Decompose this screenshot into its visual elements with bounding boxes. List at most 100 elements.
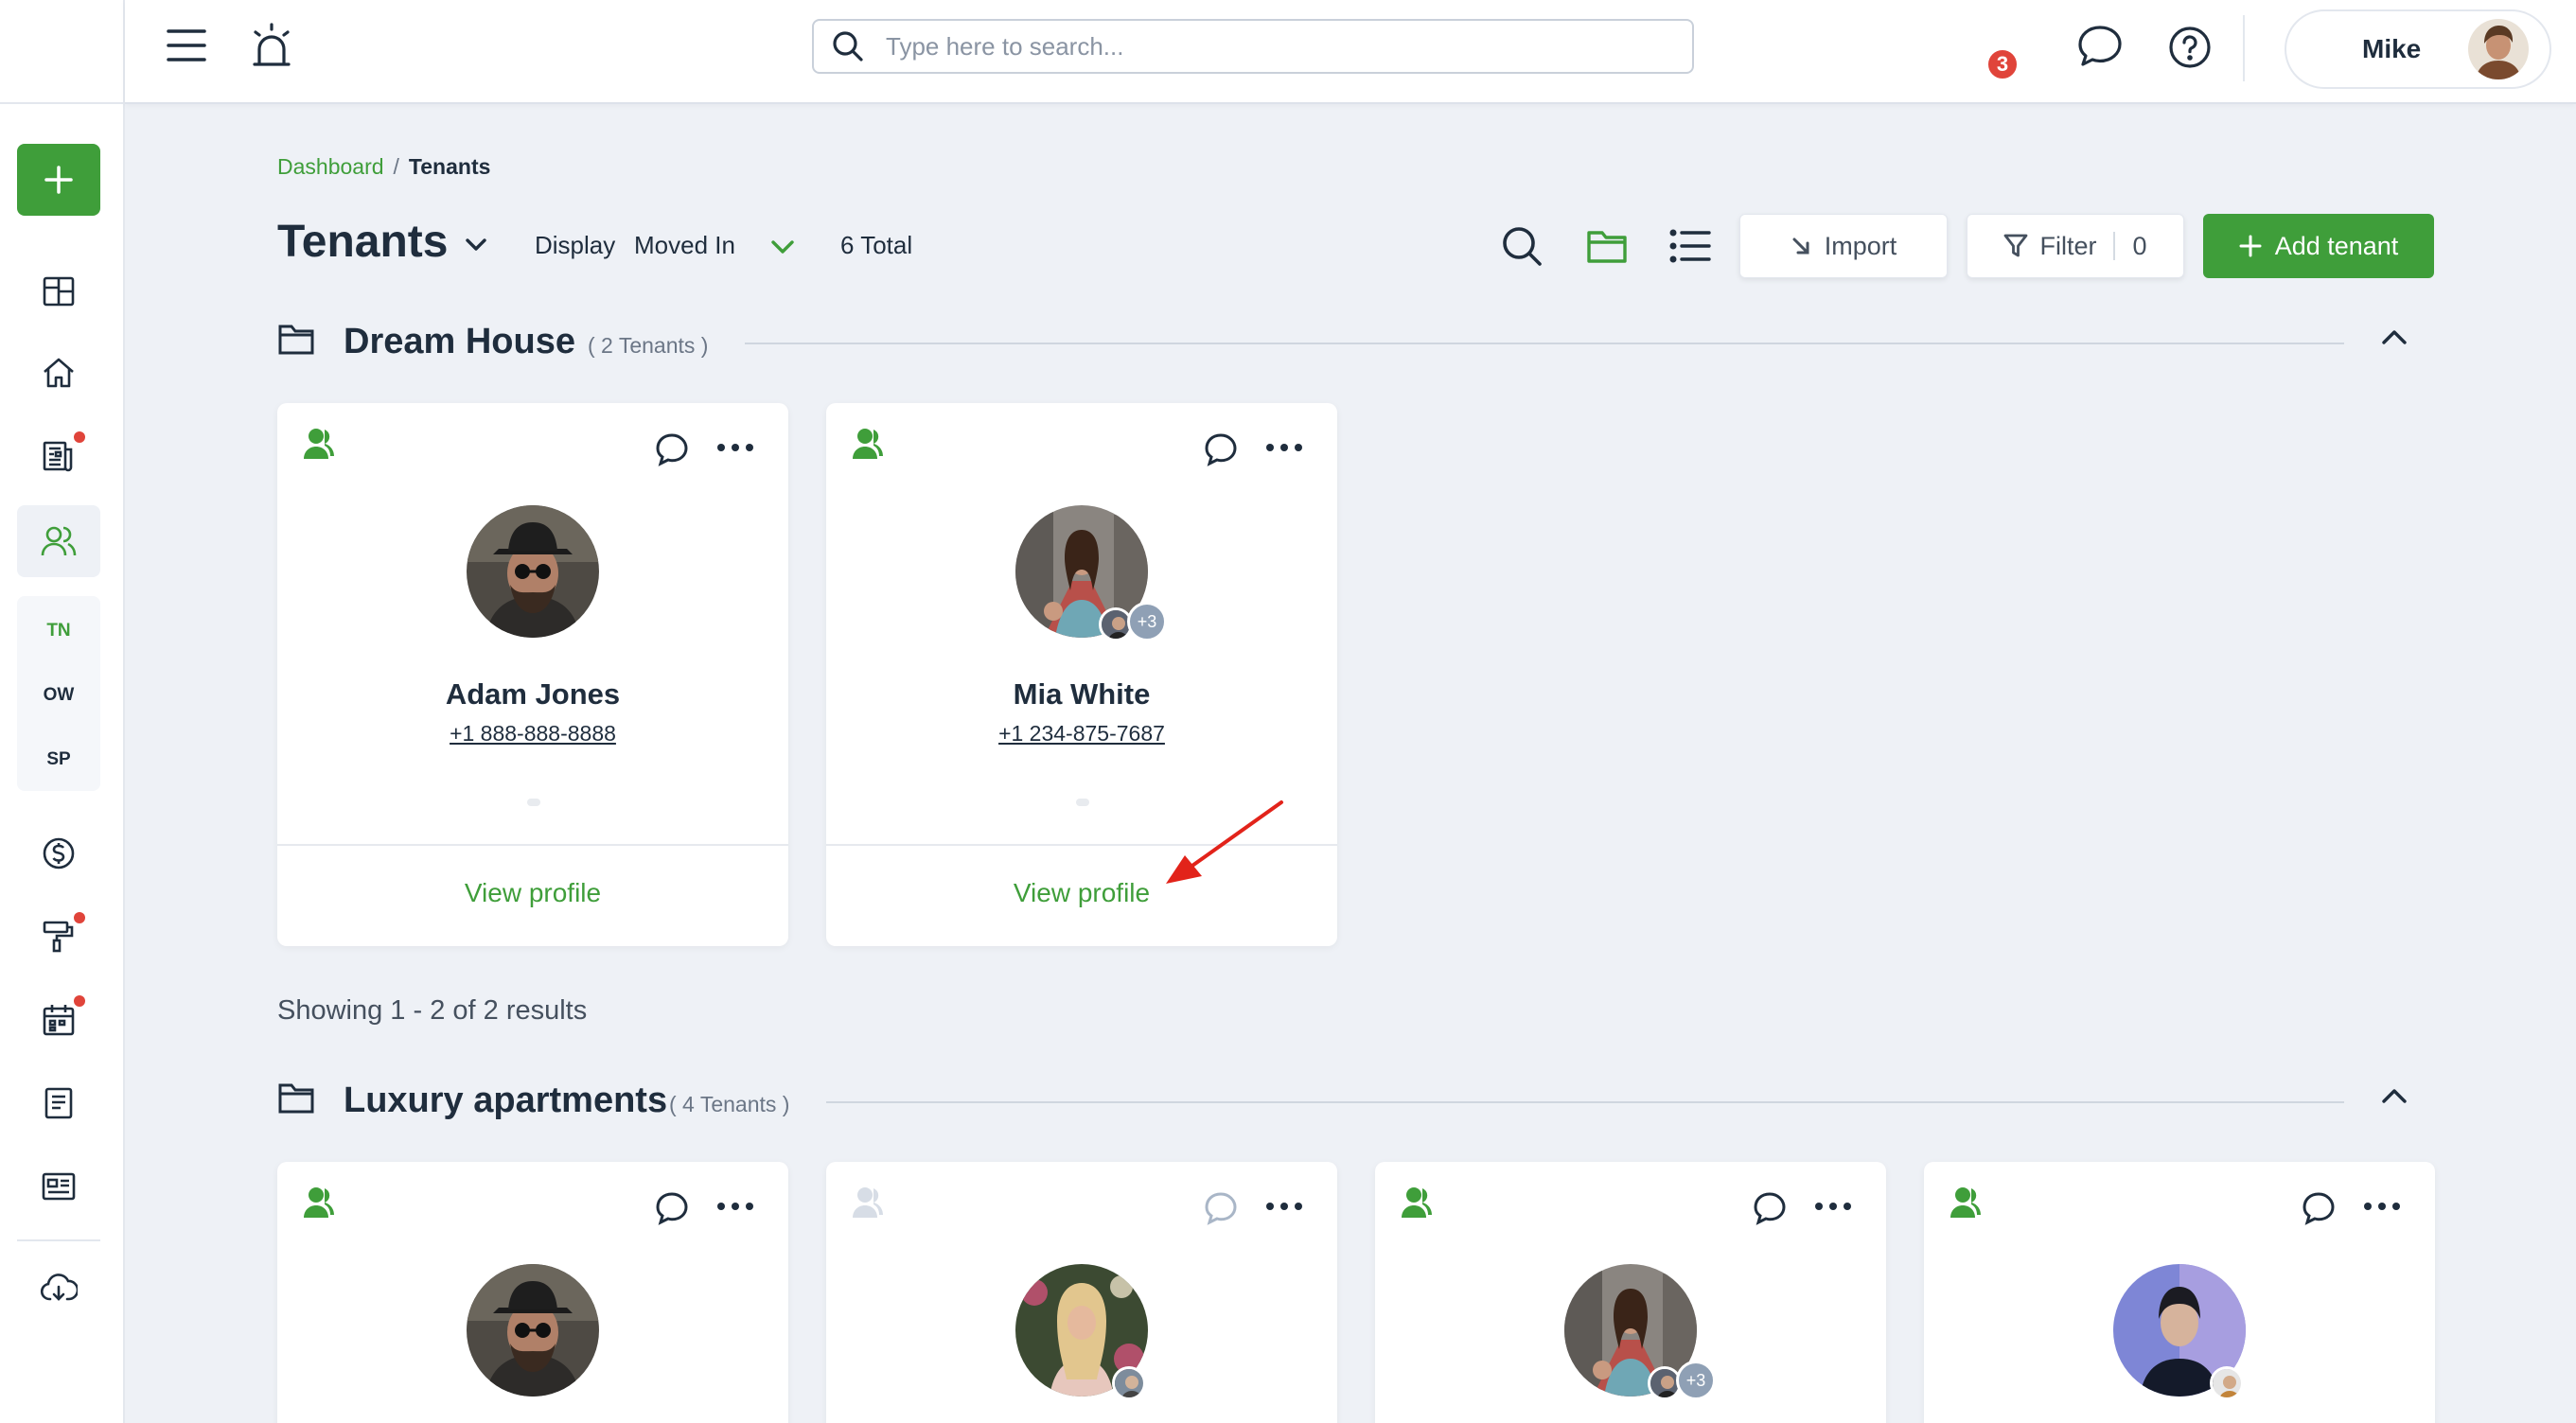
sidebar-item-properties[interactable] [28,343,89,403]
chat-icon[interactable] [1203,1190,1239,1226]
group-name: Luxury apartments [344,1080,668,1120]
tenant-phone-link[interactable]: +1 888-888-8888 [277,721,788,747]
title-dropdown-button[interactable] [462,231,490,259]
filter-label: Filter [2039,231,2097,260]
search-toggle-button[interactable] [1495,220,1548,272]
breadcrumb-dashboard-link[interactable]: Dashboard [277,154,384,179]
chat-icon[interactable] [2301,1190,2337,1226]
search-input[interactable] [886,31,1662,61]
sidebar-item-reports[interactable] [28,1156,89,1217]
group-collapse-button[interactable] [2378,322,2410,354]
leases-alert-dot [74,431,85,443]
more-icon[interactable] [2363,1202,2401,1211]
results-summary: Showing 1 - 2 of 2 results [277,995,588,1026]
user-menu-button[interactable]: Mike [2285,9,2551,89]
annotation-arrow [1166,800,1283,884]
sidebar-item-people[interactable] [28,511,89,571]
search-bar [812,19,1694,74]
breadcrumb-separator: / [393,154,399,179]
chat-icon[interactable] [1203,431,1239,467]
display-label: Display [535,231,616,259]
tenant-name: Adam Jones [445,677,621,711]
sidebar-item-accounting[interactable] [28,823,89,884]
import-label: Import [1824,231,1897,260]
alarm-icon [253,23,291,66]
filter-count: 0 [2132,231,2147,260]
tenant-phone-link[interactable]: +1 234-875-7687 [826,721,1337,747]
group-name: Dream House [344,322,575,361]
sidebar-divider [17,1239,100,1241]
group-divider-line [826,1101,2344,1103]
alerts-button[interactable] [250,23,293,70]
more-icon[interactable] [1265,443,1303,452]
home-icon [44,358,74,388]
tenant-card [826,1162,1337,1423]
sidebar-item-documents[interactable] [28,1073,89,1133]
more-icon[interactable] [1265,1202,1303,1211]
chevron-down-icon [466,238,486,251]
group-divider-line [745,343,2344,344]
sidebar-item-downloads[interactable] [28,1258,89,1319]
menu-toggle-button[interactable] [167,26,206,64]
tenant-status-icon [304,429,334,459]
submenu-tenants[interactable]: TN [17,621,100,641]
plus-icon [2239,235,2262,257]
chevron-up-icon [2382,330,2407,344]
quick-add-button[interactable] [17,144,100,216]
card-placeholder-dot [527,799,540,806]
submenu-service-pros[interactable]: SP [17,749,100,770]
co-tenant-avatar [2210,1366,2244,1400]
add-tenant-button[interactable]: Add tenant [2203,214,2434,278]
cloud-download-icon [40,1274,78,1301]
folder-icon [1587,231,1627,263]
submenu-owners[interactable]: OW [17,685,100,706]
tenant-name: Mia White [1013,677,1151,711]
document-icon [44,1087,73,1119]
display-dropdown-button[interactable] [768,235,797,259]
user-name: Mike [2362,34,2422,63]
more-icon[interactable] [1814,1202,1852,1211]
filter-button[interactable]: Filter 0 [1967,214,2184,278]
filter-icon [2004,234,2028,257]
import-button[interactable]: Import [1739,214,1948,278]
tenant-status-icon [1950,1187,1981,1218]
help-button[interactable] [2167,25,2213,70]
folder-icon [278,325,314,355]
chat-icon [2078,26,2122,66]
folder-view-button[interactable] [1580,220,1633,272]
list-icon [1669,229,1711,263]
tenant-avatar [467,505,599,638]
calendar-icon [43,1005,75,1036]
group-collapse-button[interactable] [2378,1080,2410,1113]
card-placeholder-dot [1076,799,1089,806]
paint-roller-icon [43,921,74,953]
group-header-dream-house: Dream House ( 2 Tenants ) [277,312,2435,369]
user-avatar [2468,19,2529,79]
import-arrow-icon [1792,237,1809,255]
chat-icon[interactable] [654,431,690,467]
messages-button[interactable] [2076,23,2124,70]
tenant-card: +3 [1375,1162,1886,1423]
plus-icon [44,166,73,194]
chat-icon[interactable] [654,1190,690,1226]
folder-icon [278,1083,314,1114]
sidebar: TN OW SP [0,0,125,1423]
card-divider [277,844,788,846]
list-view-button[interactable] [1664,220,1717,272]
more-icon[interactable] [716,1202,754,1211]
co-tenant-avatar [1112,1366,1146,1400]
messages-badge: 3 [1985,47,2020,81]
chat-icon[interactable] [1752,1190,1788,1226]
tenant-status-icon [1402,1187,1432,1218]
display-select[interactable]: Moved In [634,231,735,260]
sidebar-item-dashboard[interactable] [28,261,89,322]
more-icon[interactable] [716,443,754,452]
chevron-down-icon [771,240,794,254]
tenant-card [277,1162,788,1423]
tenant-card [1924,1162,2435,1423]
view-profile-link[interactable]: View profile [277,878,788,908]
calendar-alert-dot [74,995,85,1007]
tenant-card: Adam Jones +1 888-888-8888 View profile [277,403,788,946]
total-count: 6 Total [840,231,913,259]
tenant-avatar [467,1264,599,1397]
